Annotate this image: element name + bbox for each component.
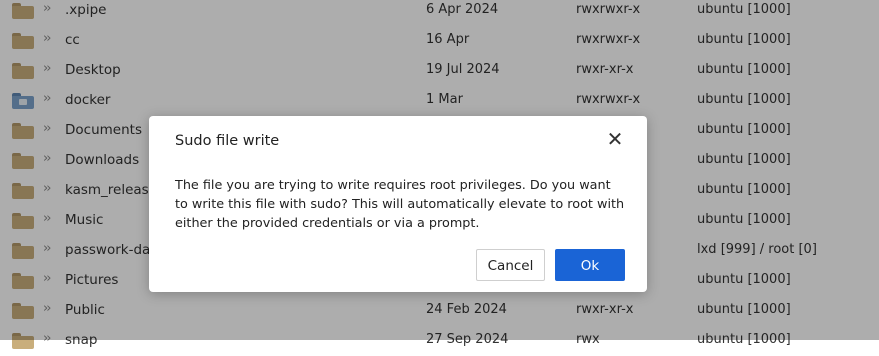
dialog-message: The file you are trying to write require… [175,178,625,231]
cancel-button[interactable]: Cancel [476,249,545,281]
close-icon[interactable]: ✕ [605,129,625,149]
sudo-file-write-dialog: Sudo file write ✕ The file you are tryin… [149,116,647,292]
dialog-title: Sudo file write [175,133,280,149]
ok-button[interactable]: Ok [555,249,625,281]
